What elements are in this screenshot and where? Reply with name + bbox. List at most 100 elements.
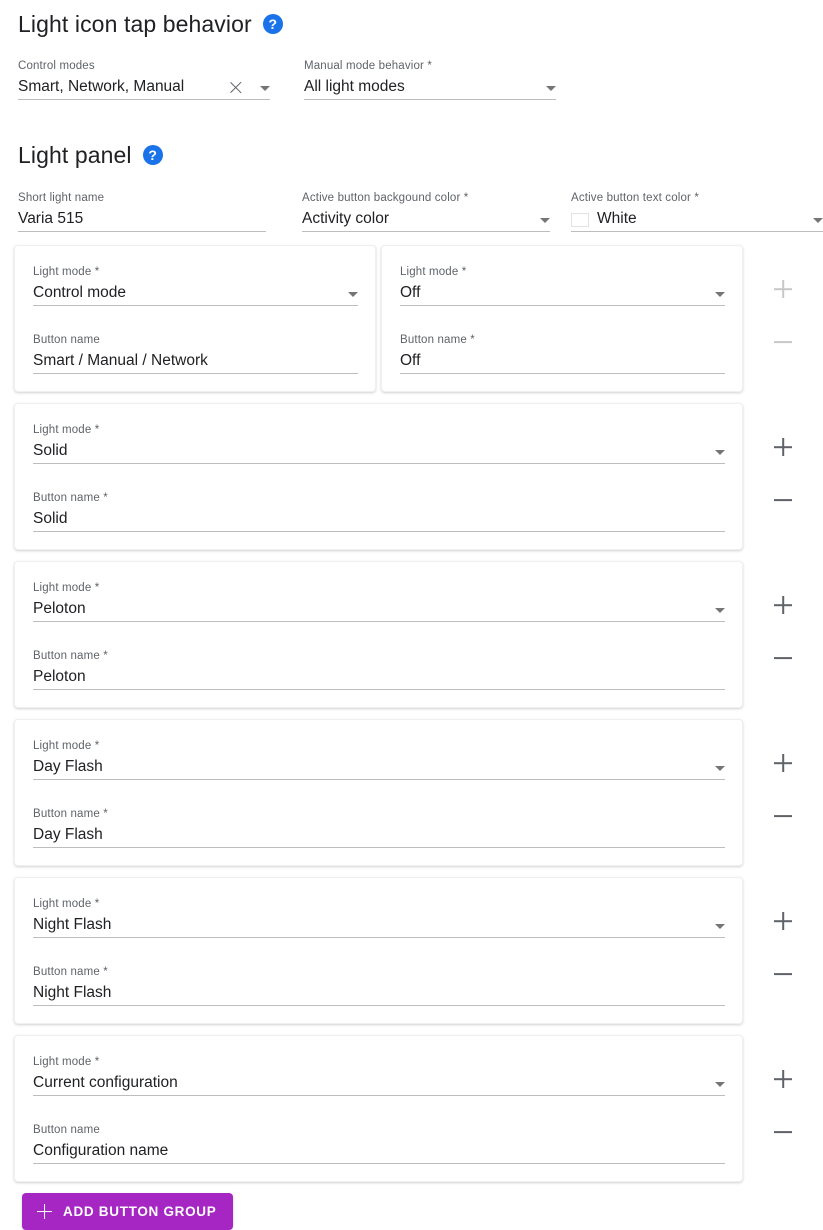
button-name-control[interactable]: Day Flash [33,821,725,848]
row-actions [743,403,823,550]
light-mode-control[interactable]: Control mode [33,279,358,306]
active-button-text-color-field[interactable]: Active button text color * White [571,189,823,232]
chevron-down-icon[interactable] [715,924,725,929]
chevron-down-icon[interactable] [813,218,823,223]
button-name-value: Smart / Manual / Network [33,352,208,369]
add-button-group-wrap: ADD BUTTON GROUP [0,1193,823,1230]
button-name-field[interactable]: Button name * Night Flash [33,963,725,1006]
chevron-down-icon[interactable] [715,292,725,297]
minus-icon[interactable] [771,646,795,670]
button-group-card: Light mode * Solid Button name * Solid [14,403,743,550]
light-mode-field[interactable]: Light mode * Off [400,263,725,306]
light-panel-header: Light panel ? [0,141,823,169]
button-name-value: Solid [33,510,68,527]
light-panel-title: Light panel [18,142,132,168]
chevron-down-icon[interactable] [546,86,556,91]
short-light-name-control[interactable]: Varia 515 [18,205,267,232]
button-group-cards: Light mode * Night Flash Button name * Nigh… [14,877,743,1024]
light-mode-control[interactable]: Solid [33,437,725,464]
active-button-text-color-control[interactable]: White [571,205,823,232]
button-name-control[interactable]: Solid [33,505,725,532]
chevron-down-icon[interactable] [715,1082,725,1087]
light-mode-field[interactable]: Light mode * Current configuration [33,1053,725,1096]
light-mode-control[interactable]: Current configuration [33,1069,725,1096]
add-button-group-label: ADD BUTTON GROUP [63,1204,217,1219]
button-name-control[interactable]: Peloton [33,663,725,690]
button-name-value: Day Flash [33,826,103,843]
chevron-down-icon[interactable] [715,766,725,771]
plus-icon[interactable] [771,593,795,617]
plus-icon[interactable] [771,751,795,775]
button-name-label: Button name * [400,334,475,346]
close-icon[interactable] [228,79,244,95]
plus-icon[interactable] [771,1067,795,1091]
chevron-down-icon[interactable] [348,292,358,297]
manual-mode-behavior-control[interactable]: All light modes [304,73,556,100]
light-mode-field[interactable]: Light mode * Peloton [33,579,725,622]
button-name-value: Off [400,352,421,369]
light-mode-control[interactable]: Peloton [33,595,725,622]
short-light-name-field[interactable]: Short light name Varia 515 [18,189,267,232]
button-name-control[interactable]: Smart / Manual / Network [33,347,358,374]
control-modes-control[interactable]: Smart, Network, Manual [18,73,270,100]
active-button-background-color-field[interactable]: Active button backgound color * Activity… [302,189,551,232]
help-glyph: ? [268,15,278,32]
plus-icon[interactable] [771,435,795,459]
light-mode-value: Night Flash [33,916,112,933]
button-group-row: Light mode * Current configuration Button … [0,1035,823,1182]
button-name-value: Night Flash [33,984,112,1001]
light-mode-field[interactable]: Light mode * Control mode [33,263,358,306]
chevron-down-icon[interactable] [715,608,725,613]
button-name-field[interactable]: Button name * Off [400,331,725,374]
light-mode-field[interactable]: Light mode * Night Flash [33,895,725,938]
light-mode-label: Light mode * [33,266,100,278]
light-mode-field[interactable]: Light mode * Day Flash [33,737,725,780]
help-icon[interactable]: ? [142,145,163,165]
control-modes-label: Control modes [18,60,95,72]
button-name-value: Configuration name [33,1142,169,1159]
active-button-background-color-control[interactable]: Activity color [302,205,551,232]
add-button-group-button[interactable]: ADD BUTTON GROUP [22,1193,234,1230]
chevron-down-icon[interactable] [715,450,725,455]
light-mode-label: Light mode * [33,424,100,436]
control-modes-field[interactable]: Control modes Smart, Network, Manual [18,57,270,100]
button-name-field[interactable]: Button name * Peloton [33,647,725,690]
light-mode-control[interactable]: Night Flash [33,911,725,938]
button-group-cards: Light mode * Current configuration Button … [14,1035,743,1182]
light-mode-control[interactable]: Day Flash [33,753,725,780]
minus-icon[interactable] [771,804,795,828]
chevron-down-icon[interactable] [260,86,270,91]
button-name-control[interactable]: Configuration name [33,1137,725,1164]
button-name-control[interactable]: Night Flash [33,979,725,1006]
minus-icon[interactable] [771,330,795,354]
chevron-down-icon[interactable] [540,218,551,223]
light-mode-control[interactable]: Off [400,279,725,306]
plus-icon [37,1204,52,1219]
light-settings-page: Light icon tap behavior ? Control modes … [0,10,823,1230]
plus-icon[interactable] [771,909,795,933]
minus-icon[interactable] [771,1120,795,1144]
active-button-text-color-label: Active button text color * [571,192,699,204]
light-mode-label: Light mode * [33,582,100,594]
light-mode-field[interactable]: Light mode * Solid [33,421,725,464]
button-name-control[interactable]: Off [400,347,725,374]
minus-icon[interactable] [771,962,795,986]
button-group-card: Light mode * Day Flash Button name * Day Fl… [14,719,743,866]
control-modes-value: Smart, Network, Manual [18,78,185,95]
button-name-field[interactable]: Button name * Solid [33,489,725,532]
button-group-row: Light mode * Day Flash Button name * Day Fl… [0,719,823,866]
button-name-field[interactable]: Button name * Day Flash [33,805,725,848]
button-name-field[interactable]: Button name Smart / Manual / Network [33,331,358,374]
row-actions [743,719,823,866]
active-button-background-color-value: Activity color [302,210,390,227]
minus-icon[interactable] [771,488,795,512]
manual-mode-behavior-label: Manual mode behavior * [304,60,432,72]
button-name-field[interactable]: Button name Configuration name [33,1121,725,1164]
page-title: Light icon tap behavior [18,11,252,37]
help-icon[interactable]: ? [262,14,283,34]
light-mode-value: Day Flash [33,758,103,775]
manual-mode-behavior-field[interactable]: Manual mode behavior * All light modes [304,57,556,100]
light-mode-label: Light mode * [400,266,467,278]
plus-icon[interactable] [771,277,795,301]
button-group-list: Light mode * Control mode Button name Smart… [0,245,823,1182]
